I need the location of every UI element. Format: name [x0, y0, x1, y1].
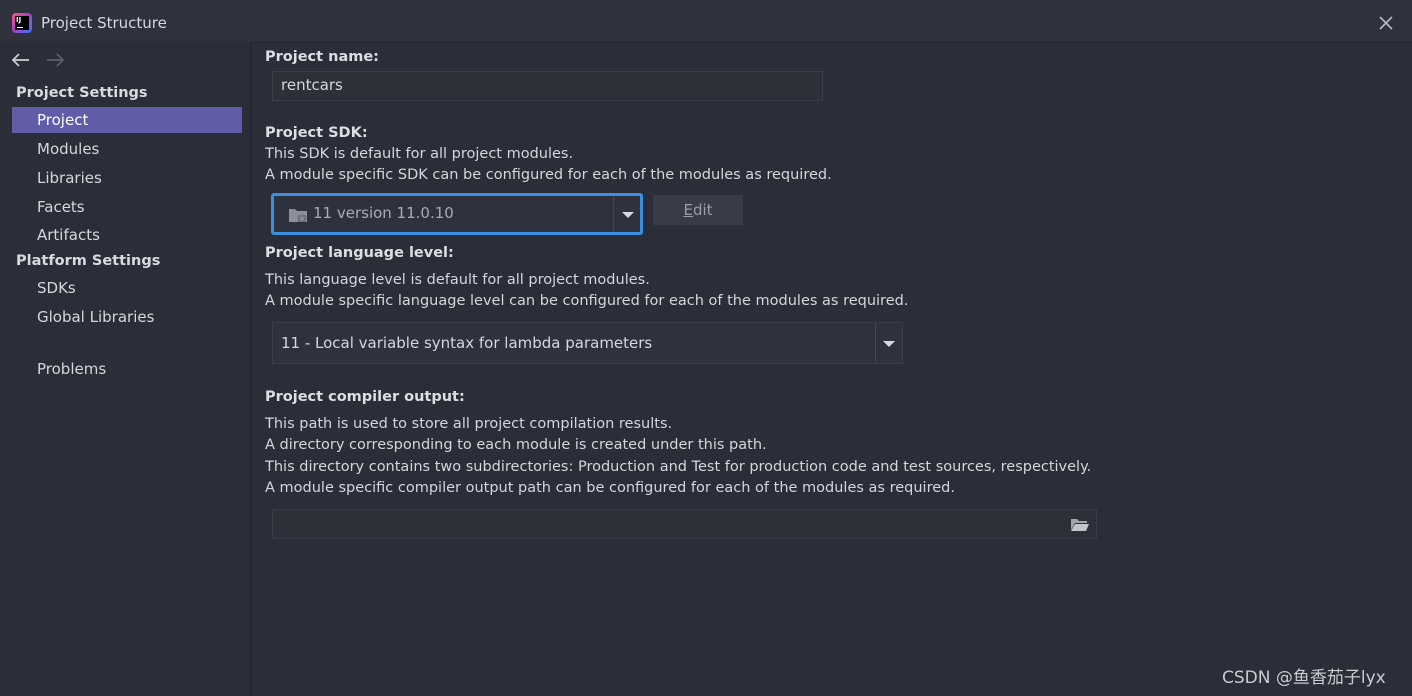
folder-icon: [289, 209, 307, 222]
sidebar-item-modules[interactable]: Modules: [12, 136, 242, 162]
back-arrow-icon[interactable]: [10, 50, 32, 70]
chevron-down-icon: [883, 341, 895, 347]
intellij-logo-icon: IJ: [12, 13, 32, 33]
sidebar-item-problems[interactable]: Problems: [12, 356, 242, 382]
compiler-output-label: Project compiler output:: [265, 389, 465, 405]
browse-folder-icon[interactable]: [1070, 516, 1090, 532]
edit-sdk-button[interactable]: Edit: [653, 195, 743, 225]
language-level-dropdown[interactable]: 11 - Local variable syntax for lambda pa…: [272, 322, 903, 364]
sidebar-item-facets[interactable]: Facets: [12, 194, 242, 220]
project-sdk-dropdown[interactable]: 11 version 11.0.10: [271, 193, 643, 235]
compiler-output-desc-3: This directory contains two subdirectori…: [265, 459, 1092, 475]
logo-text: IJ: [16, 16, 22, 24]
language-level-label: Project language level:: [265, 245, 454, 261]
dropdown-separator: [875, 323, 876, 363]
project-sdk-desc-1: This SDK is default for all project modu…: [265, 146, 574, 162]
project-settings-panel: Project name: rentcars Project SDK: This…: [251, 42, 1412, 696]
sidebar-item-global-libraries[interactable]: Global Libraries: [12, 304, 242, 330]
title-bar: IJ Project Structure: [0, 0, 1412, 43]
compiler-output-desc-1: This path is used to store all project c…: [265, 416, 673, 432]
language-level-value: 11 - Local variable syntax for lambda pa…: [281, 334, 653, 352]
language-level-desc-2: A module specific language level can be …: [265, 293, 909, 309]
sidebar-item-sdks[interactable]: SDKs: [12, 275, 242, 301]
compiler-output-field[interactable]: [272, 509, 1097, 539]
compiler-output-desc-4: A module specific compiler output path c…: [265, 480, 955, 496]
language-level-desc-1: This language level is default for all p…: [265, 272, 650, 288]
project-sdk-desc-2: A module specific SDK can be configured …: [265, 167, 832, 183]
dropdown-separator: [613, 196, 614, 232]
section-project-settings: Project Settings: [16, 85, 148, 101]
chevron-down-icon: [622, 212, 634, 218]
section-platform-settings: Platform Settings: [16, 253, 161, 269]
edit-mnemonic: E: [683, 201, 693, 219]
project-sdk-value: 11 version 11.0.10: [313, 204, 454, 222]
forward-arrow-icon[interactable]: [44, 50, 66, 70]
edit-label: dit: [692, 201, 713, 219]
sidebar-item-libraries[interactable]: Libraries: [12, 165, 242, 191]
compiler-output-desc-2: A directory corresponding to each module…: [265, 437, 767, 453]
project-name-label: Project name:: [265, 49, 379, 65]
sidebar-item-artifacts[interactable]: Artifacts: [12, 222, 242, 248]
sidebar: Project Settings Project Modules Librari…: [0, 42, 251, 696]
project-name-field[interactable]: rentcars: [272, 71, 823, 101]
close-icon[interactable]: [1376, 13, 1396, 33]
csdn-watermark: CSDN @鱼香茄子lyx: [1222, 668, 1386, 688]
sidebar-item-project[interactable]: Project: [12, 107, 242, 133]
project-sdk-label: Project SDK:: [265, 125, 368, 141]
window-title: Project Structure: [41, 14, 167, 32]
